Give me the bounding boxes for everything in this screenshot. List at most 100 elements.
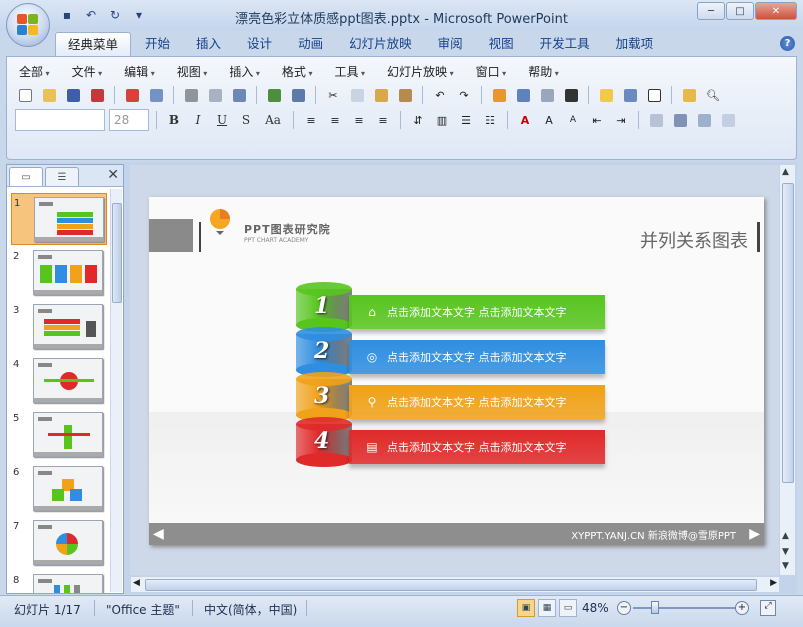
zoom-slider-knob[interactable] <box>651 601 659 614</box>
chart-icon[interactable] <box>489 85 509 105</box>
menu-format[interactable]: 格式 <box>282 63 313 80</box>
quick-styles-icon[interactable] <box>694 110 714 130</box>
tab-review[interactable]: 审阅 <box>426 32 475 56</box>
underline-button[interactable]: U <box>212 113 232 127</box>
scroll-right-icon[interactable]: ▶ <box>770 578 777 588</box>
align-center-icon[interactable]: ≡ <box>325 110 345 130</box>
text-direction-icon[interactable]: ⇵ <box>408 110 428 130</box>
change-case-button[interactable]: Aa <box>260 113 286 127</box>
scroll-down-icon[interactable]: ▼ <box>782 561 789 571</box>
theme-name[interactable]: "Office 主题" <box>106 601 180 618</box>
horizontal-scrollbar[interactable]: ◀ ▶ <box>131 576 779 592</box>
thumbnail-scrollbar[interactable] <box>110 189 122 592</box>
text-bar-2[interactable]: ◎ 点击添加文本文字 点击添加文本文字 <box>349 340 605 374</box>
save-icon[interactable] <box>63 85 83 105</box>
bold-button[interactable]: B <box>164 113 184 127</box>
arrange-icon[interactable] <box>670 110 690 130</box>
hyperlink-icon[interactable] <box>537 85 557 105</box>
undo-icon[interactable]: ↶ <box>430 85 450 105</box>
tab-animations[interactable]: 动画 <box>286 32 335 56</box>
slide-sorter-icon[interactable]: ▦ <box>538 599 556 617</box>
tab-insert[interactable]: 插入 <box>184 32 233 56</box>
menu-window[interactable]: 窗口 <box>476 63 507 80</box>
columns-icon[interactable]: ▥ <box>432 110 452 130</box>
pdf-icon[interactable] <box>122 85 142 105</box>
text-bar-1[interactable]: ⌂ 点击添加文本文字 点击添加文本文字 <box>349 295 605 329</box>
spelling-icon[interactable] <box>264 85 284 105</box>
increase-indent-icon[interactable]: ⇥ <box>611 110 631 130</box>
menu-view[interactable]: 视图 <box>177 63 208 80</box>
hscroll-thumb[interactable] <box>145 579 757 591</box>
decrease-indent-icon[interactable]: ⇤ <box>587 110 607 130</box>
shadow-button[interactable]: S <box>236 113 256 127</box>
help-icon[interactable]: ? <box>780 36 795 51</box>
thumbnail-slide-4[interactable]: 4 <box>11 355 107 407</box>
tab-slides-icon[interactable]: ▭ <box>9 167 43 186</box>
office-button[interactable] <box>6 3 50 47</box>
folder-icon[interactable] <box>679 85 699 105</box>
menu-all[interactable]: 全部 <box>19 63 50 80</box>
font-size-field[interactable]: 28 <box>109 109 149 131</box>
bullets-icon[interactable]: ☰ <box>456 110 476 130</box>
text-bar-3[interactable]: ⚲ 点击添加文本文字 点击添加文本文字 <box>349 385 605 419</box>
align-right-icon[interactable]: ≡ <box>349 110 369 130</box>
print-preview-icon[interactable] <box>205 85 225 105</box>
scroll-thumb[interactable] <box>782 183 794 483</box>
thumbnail-slide-1[interactable]: 1 <box>11 193 107 245</box>
tab-addins[interactable]: 加载项 <box>604 32 666 56</box>
slide-canvas[interactable]: PPT图表研究院 PPT CHART ACADEMY 并列关系图表 1 ⌂ 点击添加… <box>149 197 764 545</box>
new-slide-icon[interactable] <box>596 85 616 105</box>
justify-icon[interactable]: ≡ <box>373 110 393 130</box>
tab-design[interactable]: 设计 <box>235 32 284 56</box>
copy-icon[interactable] <box>347 85 367 105</box>
next-slide-icon[interactable]: ▼ <box>782 547 789 557</box>
tab-slideshow[interactable]: 幻灯片放映 <box>337 32 424 56</box>
shapes-icon[interactable] <box>646 110 666 130</box>
tab-home[interactable]: 开始 <box>133 32 182 56</box>
thumbnail-slide-6[interactable]: 6 <box>11 463 107 515</box>
zoom-out-icon[interactable]: − <box>617 601 631 615</box>
menu-insert[interactable]: 插入 <box>229 63 260 80</box>
cut-icon[interactable]: ✂ <box>323 85 343 105</box>
tab-outline-icon[interactable]: ☰ <box>45 167 79 186</box>
permission-icon[interactable] <box>87 85 107 105</box>
format-painter-icon[interactable] <box>395 85 415 105</box>
redo-icon[interactable]: ↷ <box>454 85 474 105</box>
fill-icon[interactable] <box>718 110 738 130</box>
grow-font-icon[interactable]: A <box>539 110 559 130</box>
slideshow-view-icon[interactable]: ▭ <box>559 599 577 617</box>
fit-to-window-icon[interactable]: ⤢ <box>760 600 776 616</box>
textbox-icon[interactable] <box>644 85 664 105</box>
menu-help[interactable]: 帮助 <box>528 63 559 80</box>
next-arrow-icon[interactable]: ▶ <box>749 526 760 542</box>
placeholder-text[interactable]: 点击添加文本文字 点击添加文本文字 <box>387 304 567 320</box>
thumbnail-slide-5[interactable]: 5 <box>11 409 107 461</box>
menu-slideshow[interactable]: 幻灯片放映 <box>387 63 454 80</box>
placeholder-text[interactable]: 点击添加文本文字 点击添加文本文字 <box>387 349 567 365</box>
align-left-icon[interactable]: ≡ <box>301 110 321 130</box>
zoom-in-icon[interactable]: + <box>735 601 749 615</box>
placeholder-text[interactable]: 点击添加文本文字 点击添加文本文字 <box>387 439 567 455</box>
prev-slide-icon[interactable]: ▲ <box>782 531 789 541</box>
language-indicator[interactable]: 中文(简体，中国) <box>204 601 297 618</box>
thumbnail-slide-8[interactable]: 8 <box>11 571 107 593</box>
font-color-icon[interactable]: A <box>515 110 535 130</box>
tab-view[interactable]: 视图 <box>477 32 526 56</box>
table-icon[interactable] <box>513 85 533 105</box>
open-icon[interactable] <box>39 85 59 105</box>
normal-view-icon[interactable]: ▣ <box>517 599 535 617</box>
thumbnail-slide-3[interactable]: 3 <box>11 301 107 353</box>
italic-button[interactable]: I <box>188 113 208 127</box>
prev-arrow-icon[interactable]: ◀ <box>153 526 164 542</box>
minimize-button[interactable]: ─ <box>697 2 725 20</box>
placeholder-text[interactable]: 点击添加文本文字 点击添加文本文字 <box>387 394 567 410</box>
print-icon[interactable] <box>181 85 201 105</box>
tab-developer[interactable]: 开发工具 <box>528 32 602 56</box>
text-bar-4[interactable]: ▤ 点击添加文本文字 点击添加文本文字 <box>349 430 605 464</box>
layout-icon[interactable] <box>620 85 640 105</box>
attach-icon[interactable] <box>146 85 166 105</box>
screen-icon[interactable] <box>561 85 581 105</box>
font-name-field[interactable] <box>15 109 105 131</box>
research-icon[interactable] <box>288 85 308 105</box>
zoom-slider[interactable] <box>633 607 737 609</box>
